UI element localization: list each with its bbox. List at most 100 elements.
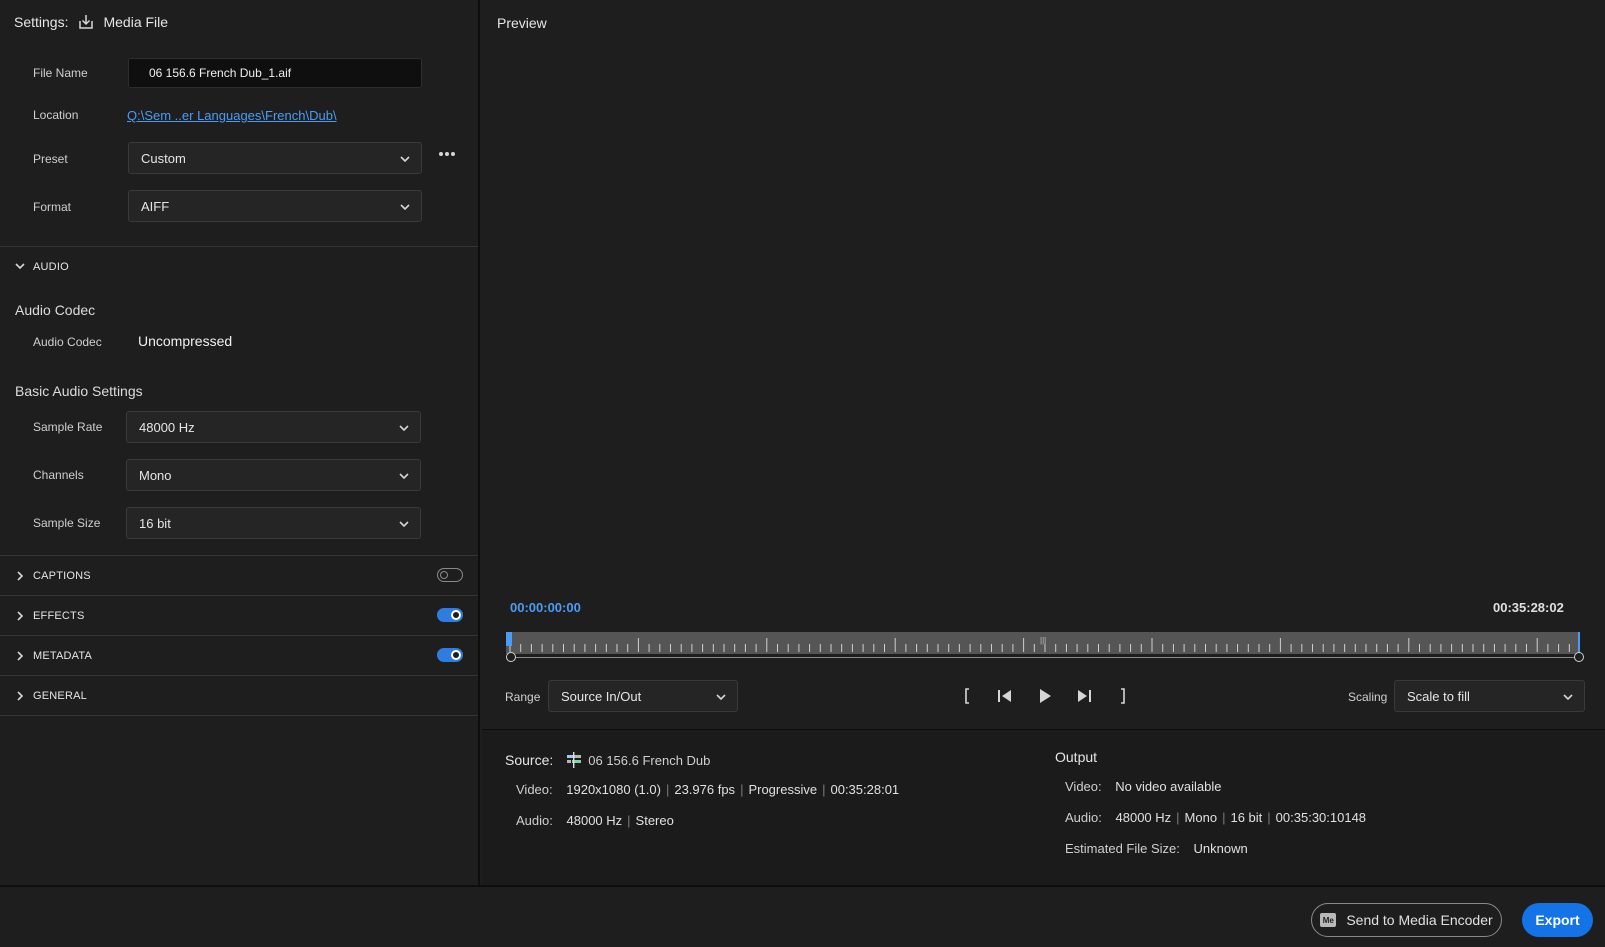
current-timecode[interactable]: 00:00:00:00 [510, 600, 581, 615]
source-label: Source: [505, 752, 554, 768]
chevron-down-icon [1563, 694, 1573, 701]
divider [482, 729, 1605, 730]
step-back-icon[interactable] [996, 687, 1014, 705]
preset-dropdown[interactable]: Custom [128, 142, 422, 174]
sequence-icon [567, 752, 582, 768]
range-out-handle[interactable] [1574, 652, 1584, 662]
preset-value: Custom [141, 151, 186, 166]
sample-size-dropdown[interactable]: 16 bit [126, 507, 421, 539]
source-audio-label: Audio: [516, 813, 553, 828]
range-in-handle[interactable] [506, 652, 516, 662]
format-dropdown[interactable]: AIFF [128, 190, 422, 222]
more-horizontal-icon[interactable] [438, 150, 456, 158]
captions-toggle[interactable] [437, 568, 463, 582]
footer-bar: Me Send to Media Encoder Export [0, 885, 1605, 947]
output-audio-duration: 00:35:30:10148 [1275, 810, 1367, 825]
output-audio-bitdepth: 16 bit [1230, 810, 1263, 825]
mark-out-icon[interactable] [1117, 687, 1129, 705]
range-value: Source In/Out [561, 689, 642, 704]
divider [0, 246, 478, 247]
output-audio-label: Audio: [1065, 810, 1102, 825]
effects-section-title[interactable]: EFFECTS [33, 610, 85, 622]
metadata-section-title[interactable]: METADATA [33, 650, 92, 662]
output-video-label: Video: [1065, 779, 1102, 794]
output-audio-row: Audio: 48000 Hz | Mono | 16 bit | 00:35:30:101… [1065, 810, 1367, 825]
step-forward-icon[interactable] [1075, 687, 1093, 705]
source-name: 06 156.6 French Dub [588, 752, 711, 768]
channels-label: Channels [33, 468, 84, 482]
sample-rate-label: Sample Rate [33, 420, 103, 434]
range-label: Range [505, 690, 541, 704]
sample-size-value: 16 bit [139, 516, 171, 531]
output-audio-rate: 48000 Hz [1115, 810, 1172, 825]
timeline-end-marker [1578, 632, 1580, 654]
chevron-right-icon[interactable] [14, 610, 26, 622]
chevron-down-icon [399, 425, 409, 432]
scaling-dropdown[interactable]: Scale to fill [1394, 680, 1585, 712]
chevron-down-icon [399, 521, 409, 528]
divider [0, 595, 478, 596]
captions-section-title[interactable]: CAPTIONS [33, 570, 91, 582]
export-button[interactable]: Export [1522, 903, 1593, 937]
mark-in-icon[interactable] [961, 687, 973, 705]
sample-rate-value: 48000 Hz [139, 420, 195, 435]
duration-timecode: 00:35:28:02 [1493, 600, 1564, 615]
sample-rate-dropdown[interactable]: 48000 Hz [126, 411, 421, 443]
source-video-row: Video: 1920x1080 (1.0) | 23.976 fps | Progre… [516, 782, 900, 797]
format-value: AIFF [141, 199, 170, 214]
chevron-right-icon[interactable] [14, 650, 26, 662]
format-label: Format [33, 200, 72, 214]
divider [0, 715, 478, 716]
file-name-label: File Name [33, 66, 88, 80]
source-audio-channels: Stereo [635, 813, 674, 828]
scaling-value: Scale to fill [1407, 689, 1470, 704]
chevron-right-icon[interactable] [14, 570, 26, 582]
export-to-file-icon [79, 15, 94, 29]
source-video-duration: 00:35:28:01 [830, 782, 900, 797]
source-video-label: Video: [516, 782, 553, 797]
play-icon[interactable] [1037, 687, 1053, 705]
preview-title: Preview [497, 15, 547, 31]
effects-toggle[interactable] [437, 608, 463, 622]
metadata-toggle[interactable] [437, 648, 463, 662]
media-encoder-icon: Me [1320, 913, 1337, 927]
output-video-row: Video: No video available [1065, 779, 1222, 794]
file-name-field[interactable]: 06 156.6 French Dub_1.aif [128, 58, 422, 88]
timeline-center-marker: ||| [1040, 636, 1047, 645]
source-video-resolution: 1920x1080 (1.0) [566, 782, 661, 797]
settings-label: Settings: [14, 14, 69, 30]
output-video-value: No video available [1115, 779, 1222, 794]
channels-dropdown[interactable]: Mono [126, 459, 421, 491]
chevron-down-icon [716, 694, 726, 701]
basic-audio-settings-heading: Basic Audio Settings [15, 383, 143, 399]
playhead[interactable] [506, 632, 512, 646]
scaling-label: Scaling [1348, 690, 1388, 704]
preset-label: Preset [33, 152, 68, 166]
location-link[interactable]: Q:\Sem ..er Languages\French\Dub\ [127, 108, 337, 123]
audio-codec-label: Audio Codec [33, 335, 102, 349]
source-video-scan: Progressive [748, 782, 818, 797]
output-size-row: Estimated File Size: Unknown [1065, 841, 1248, 856]
range-bar [510, 657, 1580, 658]
audio-codec-heading: Audio Codec [15, 302, 96, 318]
sample-size-label: Sample Size [33, 516, 101, 530]
destination-name[interactable]: Media File [103, 14, 168, 30]
send-to-media-encoder-button[interactable]: Me Send to Media Encoder [1311, 903, 1502, 937]
estimated-size-label: Estimated File Size: [1065, 841, 1180, 856]
export-settings-panel: Settings: Media File File Name 06 156.6 … [0, 0, 480, 885]
settings-header: Settings: Media File [14, 14, 168, 30]
output-audio-channels: Mono [1184, 810, 1218, 825]
divider [0, 635, 478, 636]
range-dropdown[interactable]: Source In/Out [548, 680, 738, 712]
location-label: Location [33, 108, 79, 122]
chevron-right-icon[interactable] [14, 690, 26, 702]
divider [0, 675, 478, 676]
estimated-size-value: Unknown [1193, 841, 1248, 856]
chevron-down-icon [400, 156, 410, 163]
divider [0, 555, 478, 556]
audio-section-title[interactable]: AUDIO [33, 261, 69, 273]
timeline-scrubber[interactable]: ||| [506, 632, 1580, 654]
general-section-title[interactable]: GENERAL [33, 690, 87, 702]
chevron-down-icon[interactable] [14, 260, 26, 272]
audio-codec-value: Uncompressed [138, 333, 233, 349]
